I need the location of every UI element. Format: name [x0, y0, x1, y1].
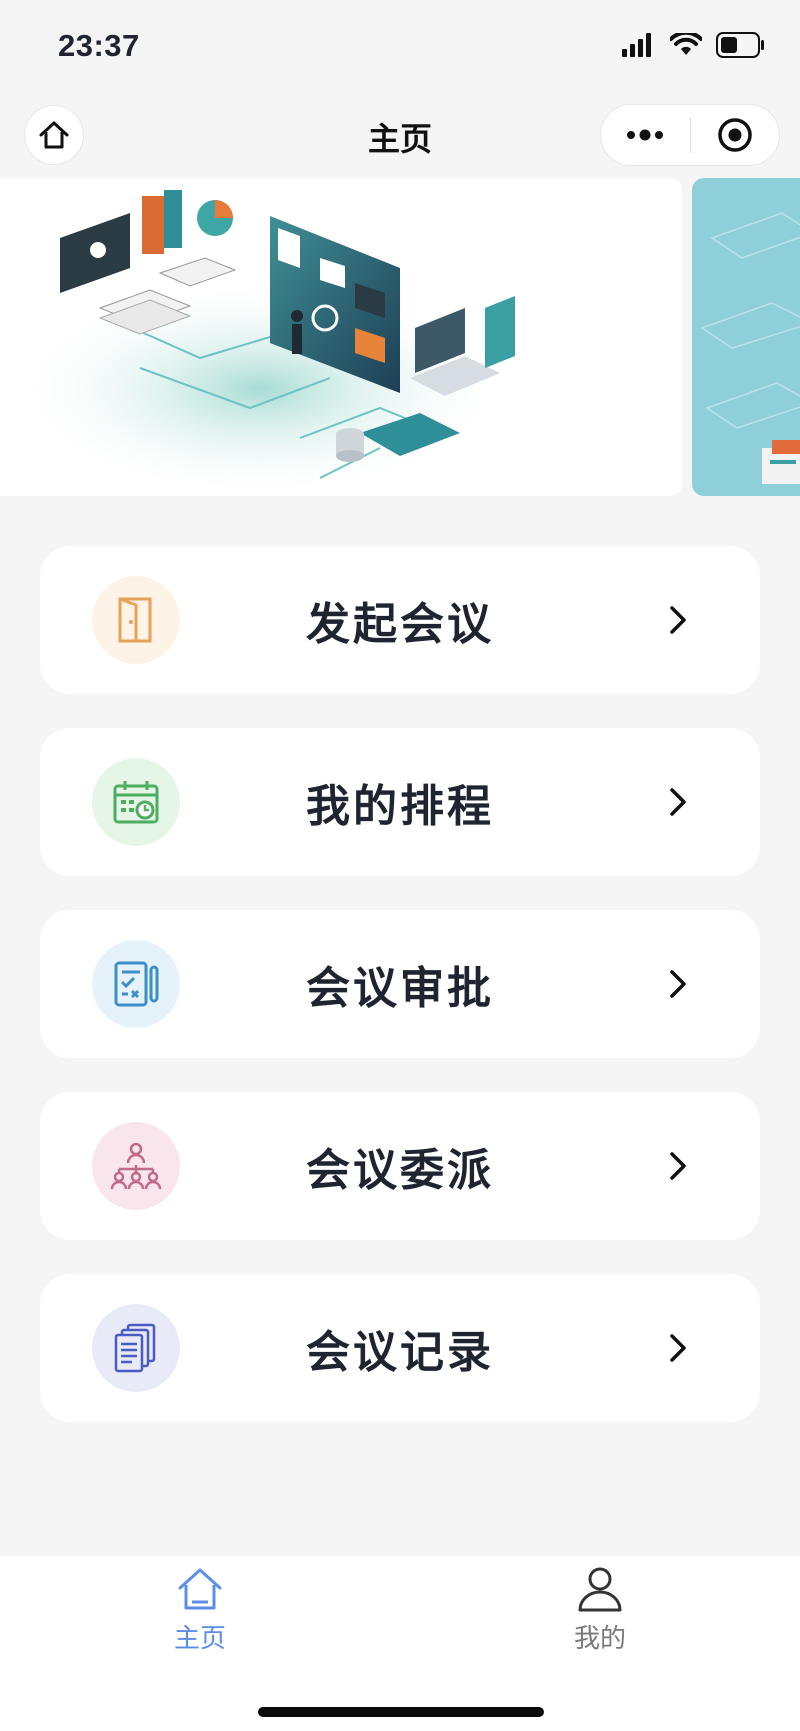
more-dots-icon: [627, 129, 664, 141]
tab-home[interactable]: 主页: [140, 1566, 260, 1655]
menu-item-label: 会议记录: [306, 1327, 494, 1378]
close-miniprogram-button[interactable]: [691, 105, 780, 165]
function-menu: 发起会议 我的排程 会议审批 会议委派 会议记录: [40, 546, 760, 1456]
menu-item-label: 会议审批: [306, 963, 494, 1014]
banner-slide-current[interactable]: [0, 178, 682, 496]
menu-item-label: 会议委派: [306, 1145, 494, 1196]
chevron-right-icon: [670, 606, 686, 634]
menu-item-label: 我的排程: [306, 781, 494, 832]
target-icon: [718, 118, 752, 152]
menu-item-meeting-records[interactable]: 会议记录: [40, 1274, 760, 1422]
tab-mine-label: 我的: [573, 1624, 626, 1654]
capsule-menu: [600, 104, 780, 166]
home-indicator: [258, 1707, 544, 1717]
tab-home-label: 主页: [173, 1624, 226, 1654]
menu-item-label: 发起会议: [306, 599, 494, 650]
battery-icon: [716, 32, 764, 58]
chevron-right-icon: [670, 788, 686, 816]
status-bar: 23:37: [0, 0, 800, 96]
menu-item-my-schedule[interactable]: 我的排程: [40, 728, 760, 876]
status-icons: [622, 32, 766, 58]
chevron-right-icon: [670, 970, 686, 998]
signal-icon: [622, 33, 651, 57]
person-icon: [578, 1567, 622, 1612]
more-button[interactable]: [601, 105, 690, 165]
chevron-right-icon: [670, 1152, 686, 1180]
banner-carousel[interactable]: [0, 178, 800, 496]
banner-next-pattern: [700, 212, 800, 484]
nav-bar: 主页: [0, 96, 800, 176]
menu-item-start-meeting[interactable]: 发起会议: [40, 546, 760, 694]
menu-item-meeting-delegation[interactable]: 会议委派: [40, 1092, 760, 1240]
home-icon: [178, 1568, 222, 1610]
status-time: 23:37: [58, 28, 140, 63]
chevron-right-icon: [670, 1334, 686, 1362]
menu-item-meeting-approval[interactable]: 会议审批: [40, 910, 760, 1058]
wifi-icon: [670, 33, 702, 55]
banner-slide-next[interactable]: [692, 178, 800, 496]
tab-mine[interactable]: 我的: [540, 1566, 660, 1655]
isometric-office-illustration: [10, 190, 515, 488]
tab-bar: 主页 我的: [0, 1556, 800, 1731]
